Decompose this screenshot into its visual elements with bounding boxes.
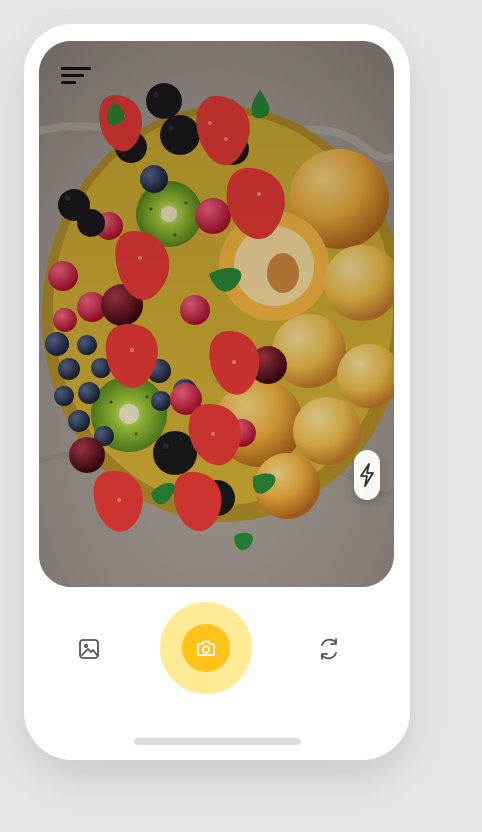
switch-camera-icon — [321, 638, 337, 660]
switch-camera-button[interactable] — [314, 634, 344, 664]
camera-viewfinder[interactable] — [39, 41, 394, 587]
menu-lines-icon — [61, 67, 91, 84]
flash-icon — [360, 463, 374, 487]
shutter-button[interactable] — [160, 602, 252, 694]
shutter-core — [182, 624, 230, 672]
fruit-bowl-image — [39, 41, 394, 587]
home-indicator — [134, 738, 301, 745]
flash-button[interactable] — [354, 450, 380, 500]
phone-frame — [24, 24, 410, 760]
image-gallery-icon — [79, 639, 99, 659]
gallery-button[interactable] — [74, 634, 104, 664]
camera-icon — [197, 640, 215, 656]
camera-controls — [24, 602, 410, 696]
menu-button[interactable] — [59, 61, 93, 91]
